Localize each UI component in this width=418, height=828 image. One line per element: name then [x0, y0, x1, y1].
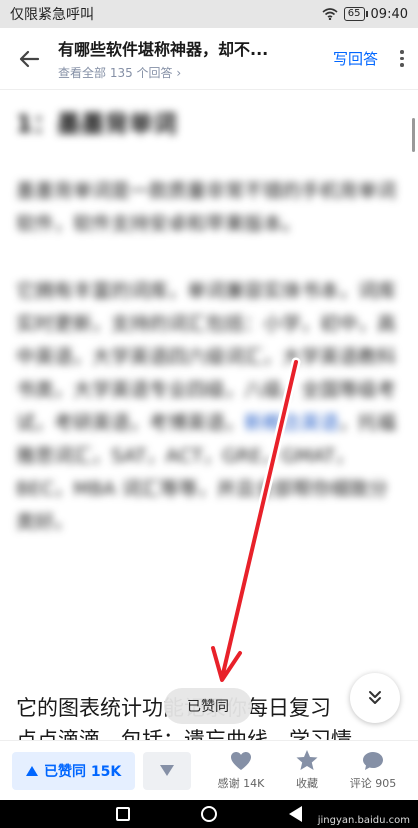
triangle-up-icon [26, 765, 38, 776]
wifi-icon [322, 8, 338, 20]
toast-message: 已赞同 [164, 688, 252, 724]
system-back-icon[interactable] [289, 806, 303, 822]
answer-paragraph: 它拥有丰富的词库，单词兼容实体书本，词库实时更新，支持的词汇包括：小学，初中，高… [16, 275, 402, 539]
back-arrow-icon [19, 50, 40, 67]
favorite-label: 收藏 [296, 777, 318, 790]
question-title-block[interactable]: 有哪些软件堪称神器，却不... 查看全部 135 个回答 › [58, 36, 325, 81]
status-bar: 仅限紧急呼叫 65 09:40 [0, 0, 418, 28]
double-chevron-down-icon [369, 691, 381, 704]
upvote-label: 已赞同 15K [44, 763, 122, 780]
collapse-button[interactable] [350, 673, 400, 723]
home-icon[interactable] [201, 806, 218, 822]
comment-label: 评论 905 [349, 776, 397, 790]
status-icons: 65 09:40 [322, 7, 408, 22]
view-all-answers-link[interactable]: 查看全部 135 个回答 › [58, 64, 325, 81]
downvote-button[interactable] [143, 751, 192, 790]
favorite-button[interactable]: 收藏 [274, 750, 340, 791]
answer-paragraph: 墨墨背单词是一款质量非常不错的手机背单词软件，软件支持安卓和苹果版本。 [16, 180, 397, 235]
inline-link[interactable]: 新概念英语 [244, 412, 339, 434]
star-icon [296, 750, 318, 770]
write-answer-button[interactable]: 写回答 [325, 48, 386, 69]
thanks-button[interactable]: 感谢 14K [208, 751, 274, 791]
comment-icon [363, 751, 383, 770]
triangle-down-icon [160, 765, 175, 776]
paragraph-line: 点点滴滴，包括：遗忘曲线，学习情 [16, 728, 352, 740]
answer-action-bar: 已赞同 15K 感谢 14K 收藏 评论 905 [0, 740, 418, 800]
back-button[interactable] [0, 28, 58, 90]
comment-button[interactable]: 评论 905 [340, 751, 406, 791]
battery-icon: 65 [343, 7, 368, 21]
scrollbar[interactable] [412, 118, 415, 152]
heart-icon [231, 751, 251, 770]
view-all-answers-text: 查看全部 135 个回答 [58, 66, 173, 80]
recent-apps-icon[interactable] [115, 807, 130, 821]
more-vertical-icon[interactable] [386, 50, 418, 67]
question-header: 有哪些软件堪称神器，却不... 查看全部 135 个回答 › 写回答 [0, 28, 418, 90]
blurred-answer-text: 1：墨墨背单词 墨墨背单词是一款质量非常不错的手机背单词软件，软件支持安卓和苹果… [0, 104, 418, 539]
carrier-text: 仅限紧急呼叫 [10, 7, 94, 23]
upvote-button[interactable]: 已赞同 15K [12, 751, 136, 790]
question-title: 有哪些软件堪称神器，却不... [58, 40, 269, 59]
paragraph-text: 它拥有丰富的词库，单词兼容实体书本，词库实时更新，支持的词汇包括：小学，初中，高… [16, 280, 397, 434]
system-navigation-bar: jingyan.baidu.com [0, 800, 418, 828]
clock: 09:40 [370, 6, 408, 22]
answer-heading: 1：墨墨背单词 [16, 110, 177, 138]
watermark: jingyan.baidu.com [317, 815, 410, 826]
thanks-label: 感谢 14K [217, 776, 265, 790]
answer-content[interactable]: 1：墨墨背单词 墨墨背单词是一款质量非常不错的手机背单词软件，软件支持安卓和苹果… [0, 90, 418, 740]
chevron-right-icon: › [176, 66, 182, 80]
